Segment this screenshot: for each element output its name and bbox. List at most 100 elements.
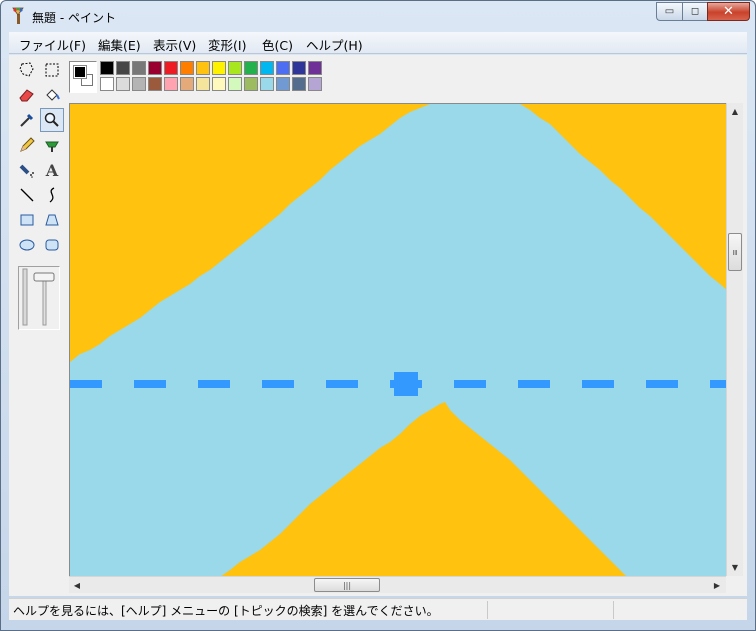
palette-swatch[interactable] <box>260 61 274 75</box>
brush-tool[interactable] <box>40 133 64 157</box>
dash-segment <box>70 380 102 388</box>
palette-swatch[interactable] <box>196 77 210 91</box>
free-form-select-icon <box>19 62 34 77</box>
maximize-button[interactable]: ◻ <box>682 2 707 21</box>
paint-app-icon <box>12 7 24 24</box>
polygon-tool[interactable] <box>40 208 64 232</box>
rounded-rectangle-icon <box>45 239 59 251</box>
dash-segment <box>454 380 486 388</box>
palette-swatch[interactable] <box>132 61 146 75</box>
vertical-scroll-thumb[interactable]: ≡ <box>728 233 742 271</box>
close-icon: ✕ <box>723 4 734 19</box>
tool-options-box[interactable] <box>18 266 60 330</box>
palette-swatch[interactable] <box>308 61 322 75</box>
menu-edit[interactable]: 編集(E) <box>98 35 141 54</box>
scroll-right-arrow-icon[interactable]: ▶ <box>709 577 725 593</box>
menu-colors[interactable]: 色(C) <box>262 35 293 54</box>
text-tool[interactable]: A <box>40 158 64 182</box>
palette-swatch[interactable] <box>212 61 226 75</box>
toolbox: A <box>9 55 69 596</box>
palette-swatch[interactable] <box>292 77 306 91</box>
menu-image[interactable]: 変形(I) <box>208 35 246 54</box>
drawing-canvas[interactable] <box>69 103 740 593</box>
foreground-color-swatch <box>73 65 87 79</box>
airbrush-icon <box>19 164 34 178</box>
status-text: ヘルプを見るには、[ヘルプ] メニューの [トピックの検索] を選んでください。 <box>13 604 439 618</box>
palette-swatch[interactable] <box>164 77 178 91</box>
palette-swatch[interactable] <box>100 61 114 75</box>
client-area: A ▲ ≡ ▼ ◀ ||| ▶ <box>9 55 747 596</box>
dash-segment <box>646 380 678 388</box>
eraser-tool[interactable] <box>15 83 39 107</box>
palette-swatch[interactable] <box>228 61 242 75</box>
horizontal-scroll-thumb[interactable]: ||| <box>314 578 380 592</box>
palette-swatch[interactable] <box>260 77 274 91</box>
pencil-tool[interactable] <box>15 133 39 157</box>
palette-swatch[interactable] <box>116 61 130 75</box>
select-icon <box>45 63 59 77</box>
scroll-left-arrow-icon[interactable]: ◀ <box>69 577 85 593</box>
palette-swatch[interactable] <box>148 61 162 75</box>
minimize-icon: ▭ <box>664 6 675 17</box>
status-divider <box>613 601 614 619</box>
title-bar: 無題 - ペイント ▭ ◻ ✕ <box>1 1 755 31</box>
dash-segment <box>582 380 614 388</box>
curve-icon <box>49 187 55 203</box>
rounded-rect-tool[interactable] <box>40 233 64 257</box>
scroll-up-arrow-icon[interactable]: ▲ <box>727 103 743 119</box>
menu-bar: ファイル(F) 編集(E) 表示(V) 変形(I) 色(C) ヘルプ(H) <box>9 32 747 54</box>
palette-swatch[interactable] <box>292 61 306 75</box>
color-picker-tool[interactable] <box>15 108 39 132</box>
close-button[interactable]: ✕ <box>707 2 750 21</box>
palette-swatch[interactable] <box>180 77 194 91</box>
horizontal-grip-icon: ||| <box>342 580 352 590</box>
palette-swatch[interactable] <box>148 77 162 91</box>
free-select-tool[interactable] <box>15 58 39 82</box>
rectangle-icon <box>20 214 34 226</box>
palette-swatch[interactable] <box>164 61 178 75</box>
minimize-button[interactable]: ▭ <box>656 2 682 21</box>
dash-segment <box>326 380 358 388</box>
palette-swatch[interactable] <box>100 77 114 91</box>
rect-select-tool[interactable] <box>40 58 64 82</box>
center-marker <box>394 372 418 396</box>
rectangle-tool[interactable] <box>15 208 39 232</box>
status-bar: ヘルプを見るには、[ヘルプ] メニューの [トピックの検索] を選んでください。 <box>9 598 747 620</box>
airbrush-tool[interactable] <box>15 158 39 182</box>
scroll-corner <box>726 576 743 593</box>
curve-tool[interactable] <box>40 183 64 207</box>
palette-swatch[interactable] <box>276 77 290 91</box>
palette-swatch[interactable] <box>212 77 226 91</box>
text-icon: A <box>45 160 59 180</box>
palette-swatch[interactable] <box>276 61 290 75</box>
canvas-image[interactable] <box>70 104 740 593</box>
fill-tool[interactable] <box>40 83 64 107</box>
palette-swatch[interactable] <box>132 77 146 91</box>
palette-swatch[interactable] <box>228 77 242 91</box>
polygon-icon <box>45 214 59 226</box>
paint-window: 無題 - ペイント ▭ ◻ ✕ ファイル(F) 編集(E) 表示(V) 変形(I… <box>0 0 756 631</box>
palette-swatch[interactable] <box>180 61 194 75</box>
scroll-down-arrow-icon[interactable]: ▼ <box>727 559 743 575</box>
vertical-scrollbar[interactable]: ▲ ≡ ▼ <box>726 103 743 576</box>
eraser-icon <box>19 89 34 102</box>
vertical-grip-icon: ≡ <box>730 248 740 256</box>
ellipse-tool[interactable] <box>15 233 39 257</box>
eyedropper-icon <box>20 113 34 127</box>
magnifier-tool[interactable] <box>40 108 64 132</box>
menu-file[interactable]: ファイル(F) <box>19 35 86 54</box>
current-colors[interactable] <box>69 61 97 93</box>
palette-swatch[interactable] <box>116 77 130 91</box>
brush-icon <box>45 141 59 152</box>
menu-help[interactable]: ヘルプ(H) <box>306 35 363 54</box>
horizontal-scrollbar[interactable]: ◀ ||| ▶ <box>69 576 726 593</box>
palette-swatch[interactable] <box>244 61 258 75</box>
palette-swatch[interactable] <box>244 77 258 91</box>
palette-swatch[interactable] <box>308 77 322 91</box>
ellipse-icon <box>19 239 35 251</box>
menu-view[interactable]: 表示(V) <box>153 35 196 54</box>
dash-segment <box>198 380 230 388</box>
zoom-slider-icon <box>22 268 55 326</box>
palette-swatch[interactable] <box>196 61 210 75</box>
line-tool[interactable] <box>15 183 39 207</box>
